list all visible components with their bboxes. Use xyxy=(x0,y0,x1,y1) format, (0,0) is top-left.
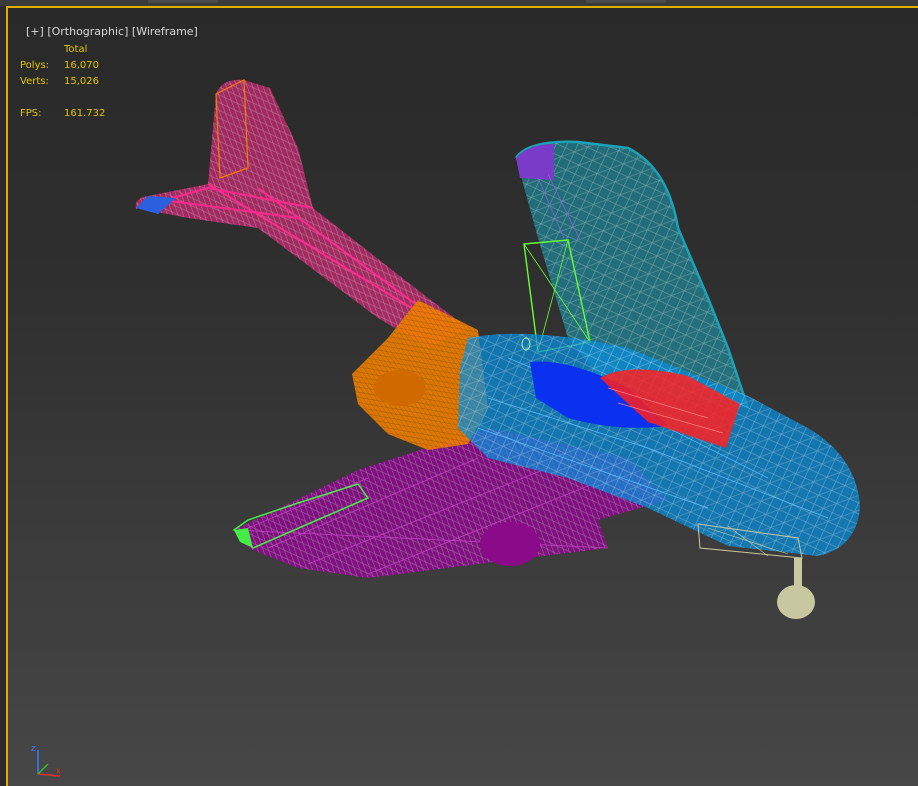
axis-gizmo-icon: z x xyxy=(31,744,61,777)
wing-pod xyxy=(480,522,540,566)
toolbar-segment xyxy=(148,0,218,3)
axis-z-label: z xyxy=(31,744,36,754)
aircraft-wireframe-model[interactable] xyxy=(8,8,918,781)
axis-x-label: x xyxy=(56,766,61,775)
orthographic-viewport[interactable]: [+] [Orthographic] [Wireframe] Total Pol… xyxy=(6,6,918,786)
nose-wheel xyxy=(777,585,815,619)
toolbar-segment xyxy=(586,0,666,3)
